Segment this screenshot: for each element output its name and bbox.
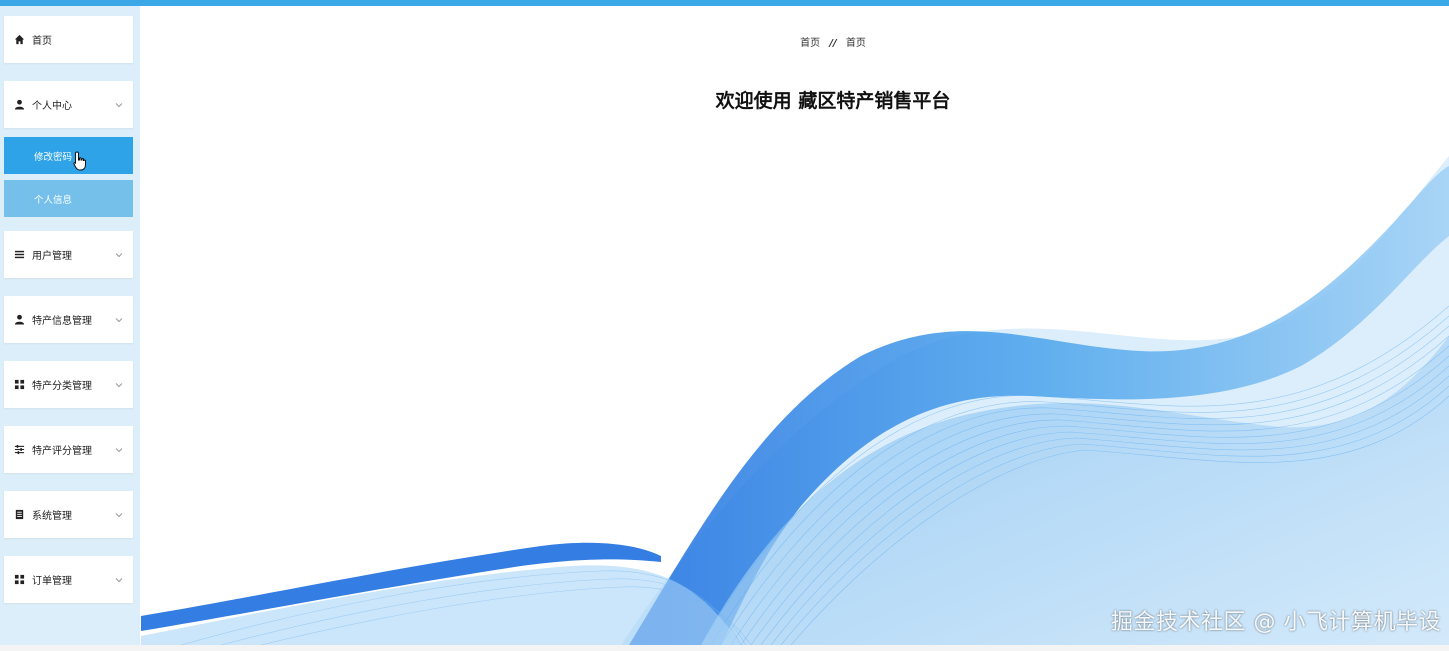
sidebar-item-label: 特产评分管理 (32, 446, 92, 457)
breadcrumb-current: 首页 (845, 38, 866, 49)
list-icon (13, 249, 25, 261)
sidebar-item-personal-center[interactable]: 个人中心 (4, 81, 133, 128)
user-icon (13, 99, 25, 111)
welcome-title: 欢迎使用 藏区特产销售平台 (141, 86, 1449, 113)
breadcrumb-home-link[interactable]: 首页 (800, 38, 820, 49)
sidebar-item-order-management[interactable]: 订单管理 (4, 556, 133, 603)
sidebar-item-system-management[interactable]: 系统管理 (4, 491, 133, 538)
grid-icon (13, 379, 25, 391)
chevron-down-icon (115, 382, 123, 387)
main-content: 首页 // 首页 欢迎使用 藏区特产销售平台 (141, 6, 1449, 645)
sidebar-item-home[interactable]: 首页 (4, 16, 133, 63)
chevron-down-icon (115, 577, 123, 582)
sidebar-item-label: 特产信息管理 (32, 316, 92, 327)
chevron-down-icon (115, 512, 123, 517)
submenu-item-change-password[interactable]: 修改密码 (4, 137, 133, 174)
app-name: 藏区特产销售平台 (798, 90, 951, 112)
sidebar-item-specialty-category-management[interactable]: 特产分类管理 (4, 361, 133, 408)
sliders-icon (13, 444, 25, 456)
chevron-down-icon (115, 317, 123, 322)
sidebar-item-label: 用户管理 (32, 251, 72, 262)
watermark: 掘金技术社区 @ 小飞计算机毕设 (1111, 610, 1441, 635)
sidebar-item-user-management[interactable]: 用户管理 (4, 231, 133, 278)
sidebar-item-specialty-info-management[interactable]: 特产信息管理 (4, 296, 133, 343)
sidebar: 首页 个人中心 修改密码 个人信息 用户管理 特产信息管理 特产分类管理 特产评… (0, 6, 140, 645)
sidebar-item-label: 系统管理 (32, 511, 72, 522)
user-icon (13, 314, 25, 326)
sidebar-item-label: 订单管理 (32, 576, 72, 587)
sidebar-item-label: 个人中心 (32, 101, 72, 112)
grid-icon (13, 574, 25, 586)
chevron-down-icon (115, 102, 123, 107)
breadcrumb: 首页 // 首页 (141, 34, 1449, 49)
submenu-item-personal-info[interactable]: 个人信息 (4, 180, 133, 217)
doc-icon (13, 509, 25, 521)
chevron-down-icon (115, 252, 123, 257)
home-icon (13, 34, 25, 46)
submenu-item-label: 个人信息 (34, 194, 73, 206)
welcome-prefix: 欢迎使用 (715, 90, 792, 112)
bottom-border (0, 645, 1449, 651)
submenu-item-label: 修改密码 (34, 151, 73, 163)
sidebar-item-label: 首页 (32, 36, 52, 47)
breadcrumb-separator: // (829, 38, 837, 49)
sidebar-item-specialty-rating-management[interactable]: 特产评分管理 (4, 426, 133, 473)
sidebar-item-label: 特产分类管理 (32, 381, 92, 392)
hand-cursor-icon (73, 151, 86, 171)
chevron-down-icon (115, 447, 123, 452)
